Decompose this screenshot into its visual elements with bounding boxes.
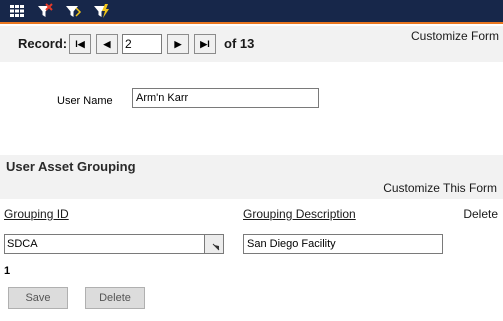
grid-icon[interactable]	[6, 1, 28, 21]
first-record-icon: I◀	[75, 38, 85, 49]
user-name-label: User Name	[57, 95, 113, 107]
grouping-description-column-header[interactable]: Grouping Description	[243, 207, 356, 221]
grouping-section-header: User Asset Grouping Customize This Form	[0, 155, 503, 199]
customize-this-form-link[interactable]: Customize This Form	[383, 181, 497, 195]
section-title: User Asset Grouping	[6, 159, 136, 174]
save-button[interactable]: Save	[8, 287, 68, 309]
delete-column-header: Delete	[463, 207, 498, 221]
filter-icon[interactable]	[62, 1, 84, 21]
row-count: 1	[4, 265, 11, 277]
previous-record-icon: ◀	[103, 38, 111, 49]
grouping-id-column-header[interactable]: Grouping ID	[4, 207, 69, 221]
next-record-button[interactable]: ▶	[167, 34, 189, 54]
first-record-button[interactable]: I◀	[69, 34, 91, 54]
customize-form-link[interactable]: Customize Form	[411, 29, 499, 43]
record-label: Record:	[18, 36, 68, 51]
top-toolbar	[0, 0, 503, 24]
delete-button[interactable]: Delete	[85, 287, 145, 309]
record-number-input[interactable]	[122, 34, 162, 54]
next-record-icon: ▶	[174, 38, 182, 49]
record-navigator: Record: I◀ ◀ ▶ ▶I of 13 Customize Form	[0, 26, 503, 62]
grouping-id-lookup-button[interactable]	[204, 234, 224, 254]
previous-record-button[interactable]: ◀	[96, 34, 118, 54]
clear-filter-icon[interactable]	[34, 1, 56, 21]
grouping-id-field[interactable]	[4, 234, 204, 254]
lookup-arrow-icon	[212, 243, 220, 251]
last-record-button[interactable]: ▶I	[194, 34, 216, 54]
quick-filter-icon[interactable]	[90, 1, 112, 21]
record-total: of 13	[224, 36, 255, 51]
last-record-icon: ▶I	[200, 38, 210, 49]
user-name-field[interactable]	[132, 88, 319, 108]
grouping-description-field[interactable]	[243, 234, 443, 254]
